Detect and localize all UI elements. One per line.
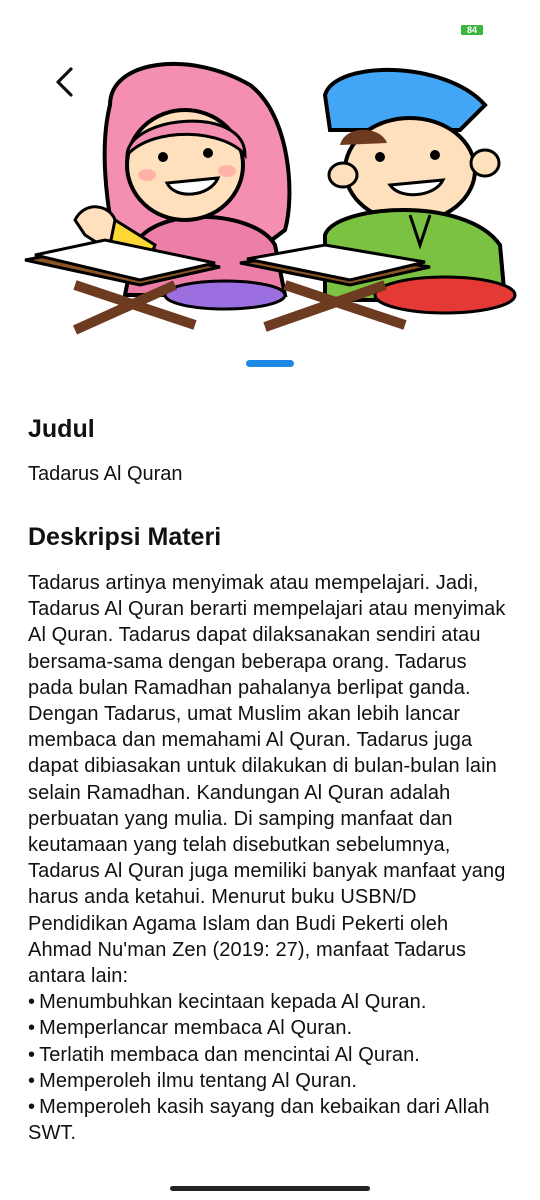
pager-indicator bbox=[246, 360, 294, 367]
status-bar: 84 bbox=[0, 0, 540, 50]
list-item: Terlatih membaca dan mencintai Al Quran. bbox=[28, 1042, 513, 1068]
home-indicator[interactable] bbox=[170, 1186, 370, 1191]
list-item: Memperoleh ilmu tentang Al Quran. bbox=[28, 1068, 513, 1094]
content: Judul Tadarus Al Quran Deskripsi Materi … bbox=[28, 410, 513, 1146]
benefits-list: Menumbuhkan kecintaan kepada Al Quran. M… bbox=[28, 989, 513, 1146]
list-item: Memperoleh kasih sayang dan kebaikan dar… bbox=[28, 1094, 513, 1146]
battery-indicator: 84 bbox=[461, 25, 483, 35]
header-illustration bbox=[24, 62, 517, 335]
list-item: Memperlancar membaca Al Quran. bbox=[28, 1015, 513, 1041]
back-button[interactable] bbox=[44, 62, 84, 102]
deskripsi-paragraph: Tadarus artinya menyimak atau mempelajar… bbox=[28, 572, 506, 988]
judul-heading: Judul bbox=[28, 415, 95, 443]
deskripsi-body: Tadarus artinya menyimak atau mempelajar… bbox=[28, 570, 513, 1146]
deskripsi-heading: Deskripsi Materi bbox=[28, 523, 222, 551]
list-item: Menumbuhkan kecintaan kepada Al Quran. bbox=[28, 989, 513, 1015]
chevron-left-icon bbox=[56, 67, 73, 97]
judul-value: Tadarus Al Quran bbox=[28, 463, 183, 485]
